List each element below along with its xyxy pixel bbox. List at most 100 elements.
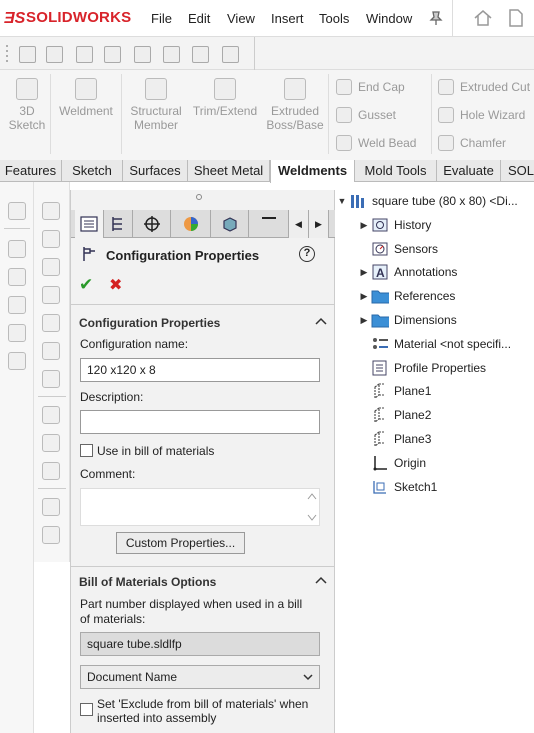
tab-sketch[interactable]: Sketch	[62, 160, 123, 182]
help-button[interactable]: ?	[299, 246, 315, 262]
feature-manager-tab[interactable]	[75, 210, 104, 238]
tabs-scroll-left[interactable]: ◀	[289, 210, 309, 238]
configuration-manager-tab[interactable]	[133, 210, 171, 238]
scroll-up-icon[interactable]	[307, 492, 317, 500]
scroll-down-icon[interactable]	[307, 514, 317, 522]
auto-balloon-icon[interactable]	[104, 46, 121, 63]
solidworks-logo[interactable]: ƎS SOLIDWORKS	[4, 8, 131, 27]
tab-features[interactable]: Features	[0, 160, 62, 182]
spline-tool-icon[interactable]	[8, 296, 26, 314]
exclude-bom-checkbox[interactable]	[80, 703, 93, 716]
tree-item-plane3[interactable]: Plane3	[357, 429, 431, 449]
cube-icon[interactable]	[42, 286, 60, 304]
tab-sheet-metal[interactable]: Sheet Metal	[188, 160, 270, 182]
cube-icon[interactable]	[42, 230, 60, 248]
tab-mold-tools[interactable]: Mold Tools	[355, 160, 437, 182]
tree-item-plane2[interactable]: Plane2	[357, 405, 431, 425]
smart-dimension-icon[interactable]	[46, 46, 63, 63]
extruded-cut-button[interactable]: Extruded Cut	[438, 79, 530, 95]
trim-extend-button[interactable]: Trim/Extend	[189, 78, 261, 118]
pin-icon[interactable]	[428, 10, 444, 26]
svg-text:A: A	[376, 266, 385, 280]
tree-item-profile-properties[interactable]: Profile Properties	[357, 358, 486, 378]
collapse-chevron-icon[interactable]	[315, 575, 327, 585]
tab-weldments[interactable]: Weldments	[270, 160, 355, 183]
balloon-icon[interactable]	[76, 46, 93, 63]
edit-icon[interactable]	[42, 462, 60, 480]
custom-properties-button[interactable]: Custom Properties...	[116, 532, 245, 554]
view-cube-icon[interactable]	[8, 202, 26, 220]
config-section-header[interactable]: Configuration Properties	[79, 316, 327, 330]
copy-icon[interactable]	[42, 526, 60, 544]
cube-icon[interactable]	[42, 342, 60, 360]
chamfer-button[interactable]: Chamfer	[438, 135, 506, 151]
3d-sketch-button[interactable]: 3D Sketch	[8, 78, 46, 132]
menu-window[interactable]: Window	[366, 11, 412, 26]
tree-item-origin[interactable]: Origin	[357, 453, 426, 473]
dimxpert-tab[interactable]	[211, 210, 249, 238]
new-document-icon[interactable]	[507, 8, 525, 28]
end-cap-button[interactable]: End Cap	[336, 79, 405, 95]
note-icon[interactable]	[19, 46, 36, 63]
sphere-icon[interactable]	[42, 370, 60, 388]
expand-arrow-icon[interactable]: ▶	[357, 220, 371, 231]
line-tool-icon[interactable]	[8, 268, 26, 286]
tree-item-references[interactable]: ▶ References	[357, 286, 455, 306]
menu-view[interactable]: View	[227, 11, 255, 26]
expand-arrow-icon[interactable]: ▶	[357, 267, 371, 278]
menu-file[interactable]: File	[151, 11, 172, 26]
spring-tool-icon[interactable]	[8, 352, 26, 370]
menu-tools[interactable]: Tools	[319, 11, 349, 26]
sketch-tool-icon[interactable]	[8, 240, 26, 258]
use-in-bom-checkbox[interactable]	[80, 444, 93, 457]
more-tab[interactable]	[249, 210, 289, 238]
property-manager-tab[interactable]	[104, 210, 133, 238]
menu-edit[interactable]: Edit	[188, 11, 210, 26]
part-number-source-dropdown[interactable]: Document Name	[80, 665, 320, 689]
tab-sol[interactable]: SOL	[501, 160, 534, 182]
tree-item-annotations[interactable]: ▶ A Annotations	[357, 262, 457, 282]
cube-icon[interactable]	[42, 258, 60, 276]
expand-arrow-icon[interactable]: ▼	[335, 196, 349, 206]
edit-icon[interactable]	[42, 406, 60, 424]
part-number-field[interactable]: square tube.sldlfp	[80, 632, 320, 656]
menu-insert[interactable]: Insert	[271, 11, 304, 26]
panel-grip-icon[interactable]	[195, 193, 203, 201]
bom-section-header[interactable]: Bill of Materials Options	[79, 575, 327, 589]
cancel-button[interactable]: ✖	[109, 275, 122, 295]
comment-field[interactable]	[80, 488, 320, 526]
cube-icon[interactable]	[42, 314, 60, 332]
tab-evaluate[interactable]: Evaluate	[437, 160, 501, 182]
config-name-field[interactable]: 120 x120 x 8	[80, 358, 320, 382]
weld-symbol-icon[interactable]	[163, 46, 180, 63]
structural-member-button[interactable]: Structural Member	[126, 78, 186, 132]
weld-bead-button[interactable]: Weld Bead	[336, 135, 416, 151]
expand-arrow-icon[interactable]: ▶	[357, 315, 371, 326]
gusset-button[interactable]: Gusset	[336, 107, 396, 123]
tree-item-sketch1[interactable]: Sketch1	[357, 477, 437, 497]
ok-button[interactable]: ✔	[79, 275, 93, 295]
tree-item-dimensions[interactable]: ▶ Dimensions	[357, 310, 457, 330]
geometric-tolerance-icon[interactable]	[192, 46, 209, 63]
tabs-scroll-right[interactable]: ▶	[309, 210, 329, 238]
tree-item-plane1[interactable]: Plane1	[357, 381, 431, 401]
home-icon[interactable]	[473, 8, 493, 28]
extruded-boss-base-button[interactable]: Extruded Boss/Base	[264, 78, 326, 132]
expand-arrow-icon[interactable]: ▶	[357, 291, 371, 302]
weldment-button[interactable]: Weldment	[55, 78, 117, 118]
tree-item-material[interactable]: Material <not specifi...	[357, 334, 511, 354]
display-manager-tab[interactable]	[171, 210, 211, 238]
edit-icon[interactable]	[42, 434, 60, 452]
tab-surfaces[interactable]: Surfaces	[123, 160, 188, 182]
tree-item-history[interactable]: ▶ History	[357, 215, 432, 235]
datum-icon[interactable]	[222, 46, 239, 63]
copy-icon[interactable]	[42, 498, 60, 516]
tree-root[interactable]: ▼ square tube (80 x 80) <Di...	[335, 191, 518, 211]
collapse-chevron-icon[interactable]	[315, 316, 327, 326]
hole-wizard-button[interactable]: Hole Wizard	[438, 107, 525, 123]
pattern-tool-icon[interactable]	[8, 324, 26, 342]
surface-finish-icon[interactable]	[134, 46, 151, 63]
description-field[interactable]	[80, 410, 320, 434]
cube-icon[interactable]	[42, 202, 60, 220]
tree-item-sensors[interactable]: Sensors	[357, 239, 438, 259]
